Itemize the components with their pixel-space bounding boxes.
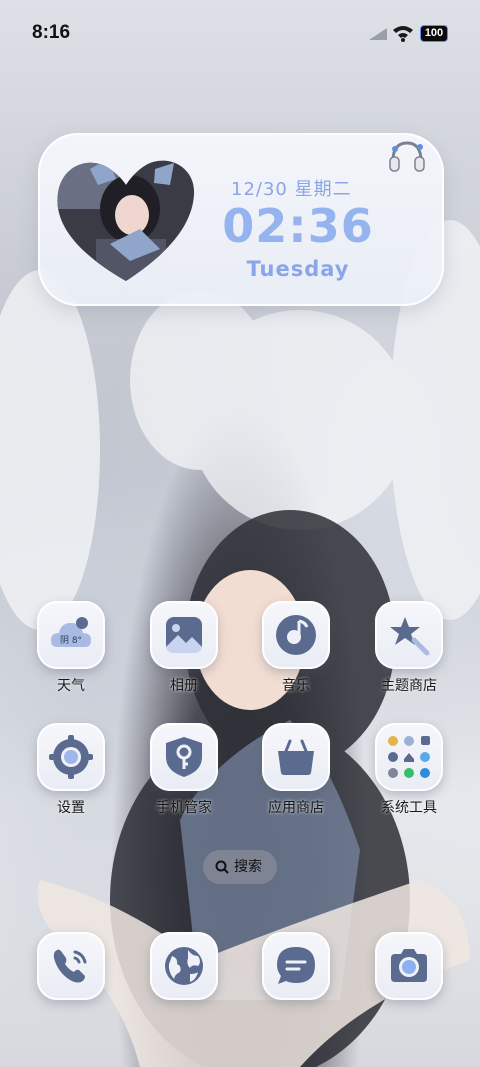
app-music[interactable]: 音乐 (251, 601, 341, 695)
app-gallery[interactable]: 相册 (139, 601, 229, 695)
dock-browser[interactable] (139, 932, 229, 1000)
app-label: 相册 (170, 678, 198, 694)
app-weather[interactable]: 阴 8° 天气 (26, 601, 116, 695)
weather-cloud-icon: 阴 8° (51, 617, 91, 647)
app-label: 主题商店 (381, 678, 437, 694)
basket-icon (278, 739, 314, 775)
app-label: 应用商店 (268, 800, 324, 816)
messages-tile[interactable] (262, 932, 330, 1000)
battery-indicator: 100 (420, 25, 448, 42)
phone-icon (53, 949, 87, 983)
gallery-tile[interactable] (150, 601, 218, 669)
search-label: 搜索 (234, 859, 262, 875)
app-store-tile[interactable] (262, 723, 330, 791)
app-label: 手机管家 (156, 800, 212, 816)
dock-messages[interactable] (251, 932, 341, 1000)
camera-tile[interactable] (375, 932, 443, 1000)
app-theme-store[interactable]: 主题商店 (364, 601, 454, 695)
search-pill[interactable]: 搜索 (203, 850, 277, 884)
settings-tile[interactable] (37, 723, 105, 791)
globe-icon (165, 947, 203, 985)
app-settings[interactable]: 设置 (26, 723, 116, 817)
app-label: 音乐 (282, 678, 310, 694)
status-bar: 8:16 100 (0, 0, 480, 64)
app-app-store[interactable]: 应用商店 (251, 723, 341, 817)
app-phone-manager[interactable]: 手机管家 (139, 723, 229, 817)
search-icon (215, 860, 229, 874)
shield-key-icon (166, 737, 202, 777)
app-label: 天气 (57, 678, 85, 694)
gallery-icon (166, 617, 202, 653)
system-tools-folder[interactable] (375, 723, 443, 791)
music-disc-icon (276, 615, 316, 655)
camera-icon (391, 949, 427, 982)
status-time: 8:16 (32, 22, 71, 43)
theme-store-tile[interactable] (375, 601, 443, 669)
cellular-signal-icon (369, 28, 387, 40)
wifi-icon (393, 26, 413, 42)
widget-weekday: Tuesday (246, 257, 350, 281)
chat-bubble-icon (277, 947, 315, 984)
music-tile[interactable] (262, 601, 330, 669)
browser-tile[interactable] (150, 932, 218, 1000)
widget-time: 02:36 (222, 199, 374, 253)
app-folder-system-tools[interactable]: 系统工具 (364, 723, 454, 817)
star-brush-icon (390, 617, 430, 656)
phone-tile[interactable] (37, 932, 105, 1000)
clock-photo-widget[interactable]: 12/30 星期二 02:36 Tuesday (38, 133, 444, 306)
folder-grid-icon (388, 736, 430, 778)
gear-icon (49, 735, 93, 779)
weather-tile[interactable]: 阴 8° (37, 601, 105, 669)
phone-manager-tile[interactable] (150, 723, 218, 791)
app-label: 设置 (57, 800, 85, 816)
widget-date: 12/30 星期二 (231, 179, 352, 200)
weather-badge: 阴 8° (60, 635, 82, 646)
heart-photo (57, 160, 195, 282)
app-label: 系统工具 (381, 800, 437, 816)
headphones-icon (389, 141, 425, 172)
dock-camera[interactable] (364, 932, 454, 1000)
dock-phone[interactable] (26, 932, 116, 1000)
